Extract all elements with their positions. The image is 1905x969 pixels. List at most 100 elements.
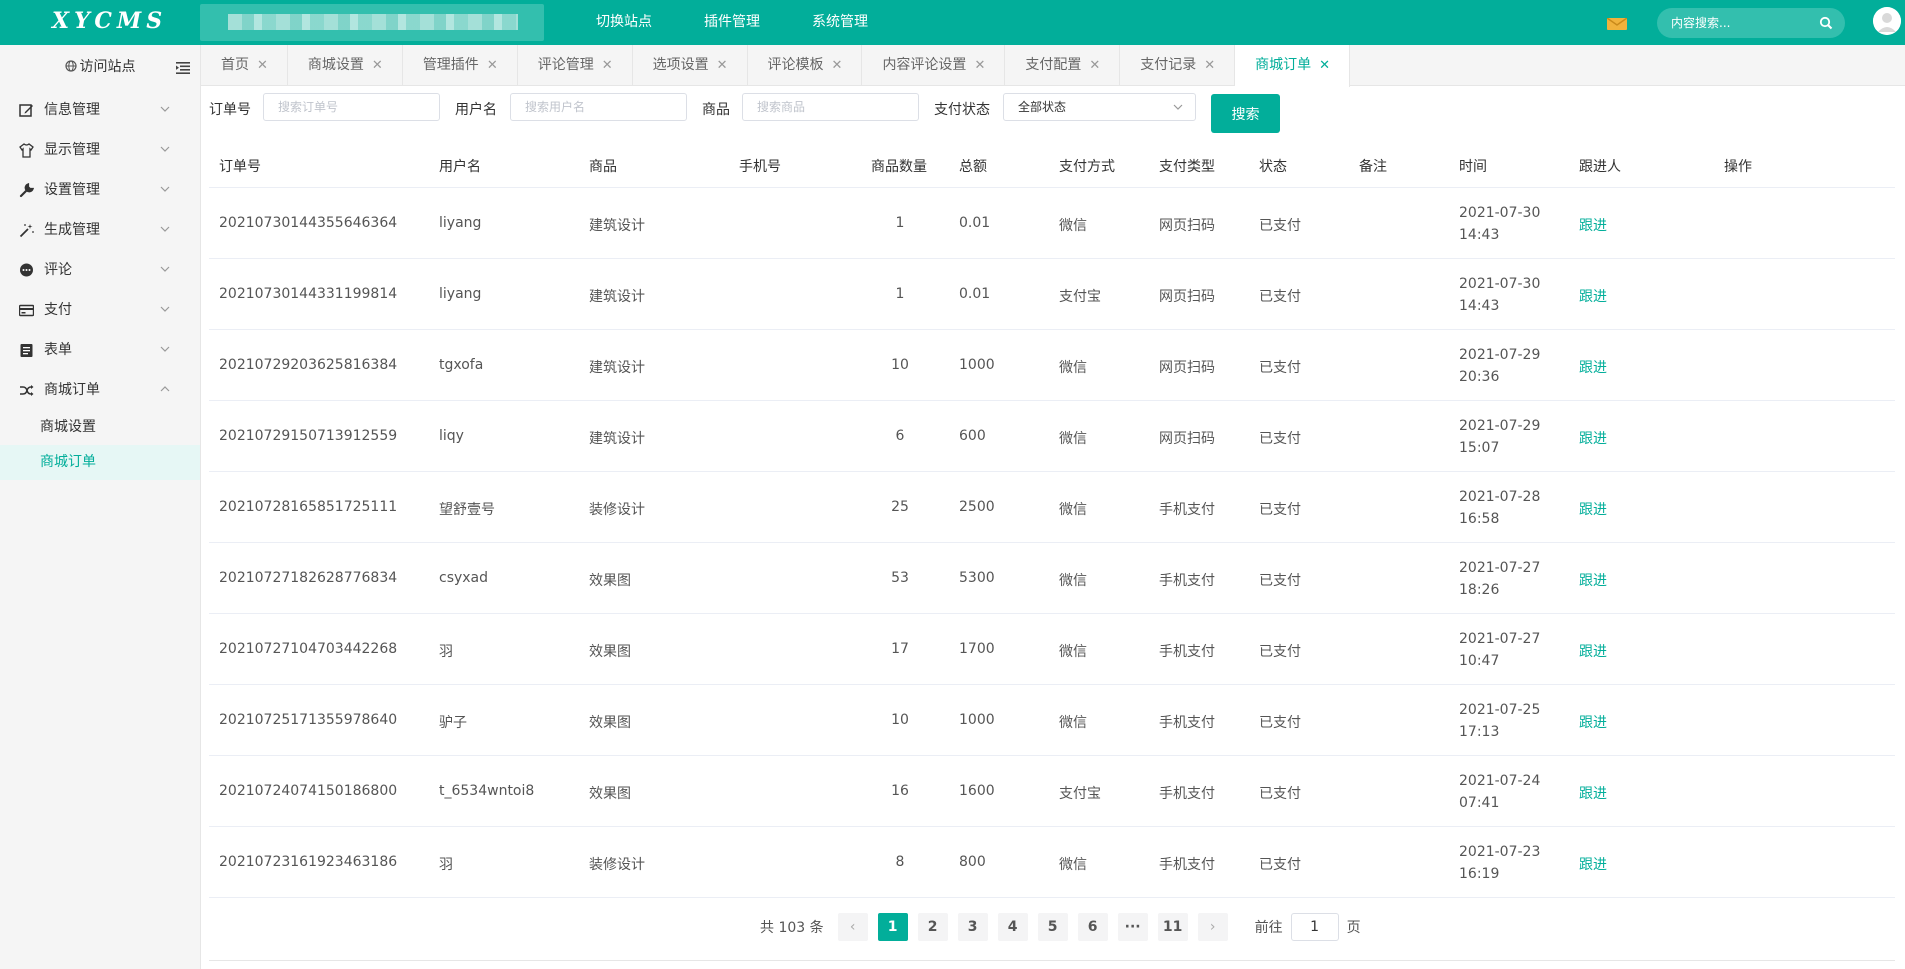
top-bar: XYCMS 切换站点 插件管理 系统管理 [0,0,1905,45]
next-page-button[interactable]: › [1197,913,1228,941]
cell-pay-type: 网页扫码 [1159,218,1215,234]
page-button-5[interactable]: 5 [1037,913,1068,941]
table-row: 20210723161923463186 羽 装修设计 8 800 微信 手机支付 已支付 20… [209,827,1895,898]
nav-switch-site[interactable]: 切换站点 [570,0,678,45]
cell-quantity: 10 [891,357,909,373]
tab-bar: 首页 ✕ 商城设置 ✕ 管理插件 ✕ 评论管理 ✕ 选项设置 ✕ 评论模板 ✕ 内容评论设置… [201,45,1905,87]
follow-up-link[interactable]: 跟进 [1579,428,1607,448]
sidebar-item-payment[interactable]: 支付 [0,290,200,330]
tab-option-settings[interactable]: 选项设置 ✕ [633,45,748,86]
cell-username: t_6534wntoi8 [439,783,535,799]
username-input[interactable] [510,93,687,121]
page-button-2[interactable]: 2 [917,913,948,941]
tab-payment-records[interactable]: 支付记录 ✕ [1120,45,1236,86]
tab-manage-plugins[interactable]: 管理插件 ✕ [403,45,518,86]
sidebar-item-mall-orders[interactable]: 商城订单 [0,370,200,410]
follow-up-link[interactable]: 跟进 [1579,357,1607,377]
close-icon[interactable]: ✕ [602,58,613,73]
close-icon[interactable]: ✕ [487,58,498,73]
tab-content-comment-settings[interactable]: 内容评论设置 ✕ [862,45,1006,86]
prev-page-button[interactable]: ‹ [837,913,868,941]
content-search-input[interactable] [1671,14,1811,32]
nav-system-manage[interactable]: 系统管理 [786,0,894,45]
search-button[interactable]: 搜索 [1211,94,1280,133]
follow-up-link[interactable]: 跟进 [1579,783,1607,803]
table-row: 20210730144355646364 liyang 建筑设计 1 0.01 微信 网页扫… [209,188,1895,259]
goto-suffix: 页 [1346,920,1361,936]
goods-input[interactable] [742,93,919,121]
cell-quantity: 8 [895,854,905,870]
edit-icon [19,104,33,117]
cell-order-no: 20210725171355978640 [219,712,398,728]
page-button-6[interactable]: 6 [1077,913,1108,941]
more-pages-button[interactable]: ··· [1117,913,1148,941]
cell-pay-method: 微信 [1059,857,1087,873]
tab-label: 首页 [221,57,249,73]
cell-goods: 效果图 [589,644,631,660]
sidebar-item-comment[interactable]: 评论 [0,250,200,290]
goto-page-input[interactable] [1290,913,1339,941]
shuffle-icon [20,385,34,396]
goto-page: 前往 页 [1255,913,1361,941]
follow-up-link[interactable]: 跟进 [1579,854,1607,874]
follow-up-link[interactable]: 跟进 [1579,499,1607,519]
sidebar-item-info-manage[interactable]: 信息管理 [0,90,200,130]
follow-up-link[interactable]: 跟进 [1579,712,1607,732]
cell-time: 2021-07-30 14:43 [1459,205,1541,243]
cell-amount: 600 [959,428,986,444]
page-button-3[interactable]: 3 [957,913,988,941]
order-no-input[interactable] [263,93,440,121]
sidebar-item-display-manage[interactable]: 显示管理 [0,130,200,170]
sidebar-item-settings-manage[interactable]: 设置管理 [0,170,200,210]
page-button-1[interactable]: 1 [877,913,908,941]
pay-status-select[interactable]: 全部状态 [1003,93,1196,121]
cell-order-no: 20210728165851725111 [219,499,398,515]
th-follower: 跟进人 [1579,159,1621,175]
table-body: 20210730144355646364 liyang 建筑设计 1 0.01 微信 网页扫… [209,188,1895,898]
sidebar-item-form[interactable]: 表单 [0,330,200,370]
close-icon[interactable]: ✕ [1089,58,1100,73]
cell-time: 2021-07-28 16:58 [1459,489,1541,527]
cell-pay-method: 支付宝 [1059,786,1101,802]
close-icon[interactable]: ✕ [257,58,268,73]
visit-site-link[interactable]: 访问站点 [0,45,200,90]
avatar[interactable] [1873,7,1901,35]
sidebar-item-generate-manage[interactable]: 生成管理 [0,210,200,250]
tab-payment-config[interactable]: 支付配置 ✕ [1005,45,1121,86]
close-icon[interactable]: ✕ [974,58,985,73]
follow-up-link[interactable]: 跟进 [1579,570,1607,590]
tab-comment-template[interactable]: 评论模板 ✕ [748,45,863,86]
tab-label: 商城设置 [307,57,364,73]
tab-comment-manage[interactable]: 评论管理 ✕ [518,45,633,86]
blurred-text [228,14,518,30]
cell-time: 2021-07-29 15:07 [1459,418,1541,456]
page-button-4[interactable]: 4 [997,913,1028,941]
mail-icon[interactable] [1607,18,1627,30]
top-nav: 切换站点 插件管理 系统管理 [570,0,894,45]
logo[interactable]: XYCMS [52,8,167,34]
sidebar-menu: 信息管理 显示管理 设置管理 生成管理 评论 支付 表单 商城订单 商城设置 商… [0,90,200,480]
tab-mall-orders[interactable]: 商城订单 ✕ [1235,45,1351,87]
search-icon[interactable] [1819,16,1833,30]
close-icon[interactable]: ✕ [1319,58,1330,73]
pay-status-label: 支付状态 [934,102,990,118]
menu-toggle-icon[interactable] [176,62,190,74]
close-icon[interactable]: ✕ [717,58,728,73]
follow-up-link[interactable]: 跟进 [1579,641,1607,661]
cell-quantity: 16 [891,783,909,799]
cell-pay-method: 微信 [1059,218,1087,234]
cell-amount: 0.01 [959,286,991,302]
close-icon[interactable]: ✕ [1204,58,1215,73]
sidebar-subitem-mall-settings[interactable]: 商城设置 [0,410,200,445]
tab-mall-settings[interactable]: 商城设置 ✕ [288,45,403,86]
follow-up-link[interactable]: 跟进 [1579,286,1607,306]
close-icon[interactable]: ✕ [832,58,843,73]
tab-home[interactable]: 首页 ✕ [201,45,288,86]
page-button-11[interactable]: 11 [1157,913,1188,941]
cell-status: 已支付 [1259,431,1301,447]
follow-up-link[interactable]: 跟进 [1579,215,1607,235]
th-actions: 操作 [1724,159,1752,175]
sidebar-subitem-mall-orders[interactable]: 商城订单 [0,445,200,480]
nav-plugin-manage[interactable]: 插件管理 [678,0,786,45]
close-icon[interactable]: ✕ [372,58,383,73]
